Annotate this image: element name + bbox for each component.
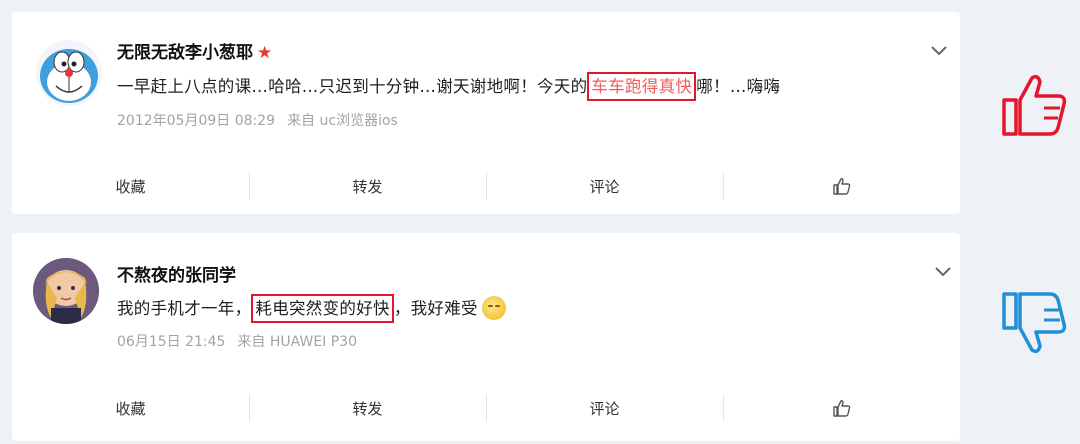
post-date[interactable]: 2012年05月09日 08:29 — [117, 113, 275, 129]
thumbs-up-icon — [1002, 74, 1067, 136]
post-date[interactable]: 06月15日 21:45 — [117, 334, 225, 350]
post-card: 无限无敌李小葱耶 ★ 一早赶上八点的课…哈哈…只迟到十分钟…谢天谢地啊！今天的 车车… — [12, 12, 960, 214]
highlighted-phrase: 耗电突然变的好快 — [251, 294, 394, 323]
favorite-button[interactable]: 收藏 — [12, 168, 249, 204]
post-meta: 06月15日 21:45 来自 HUAWEI P30 — [117, 331, 357, 351]
feed: 无限无敌李小葱耶 ★ 一早赶上八点的课…哈哈…只迟到十分钟…谢天谢地啊！今天的 车车… — [0, 0, 1080, 444]
post-text: 一早赶上八点的课…哈哈…只迟到十分钟…谢天谢地啊！今天的 车车跑得真快 哪！…嗨嗨 — [117, 72, 780, 101]
comment-button[interactable]: 评论 — [486, 390, 723, 426]
post-meta: 2012年05月09日 08:29 来自 uc浏览器ios — [117, 110, 398, 130]
emoji-icon — [481, 296, 506, 320]
avatar[interactable] — [33, 258, 99, 324]
highlighted-phrase: 车车跑得真快 — [587, 72, 697, 101]
chevron-down-icon[interactable] — [929, 44, 949, 58]
post-card: 不熬夜的张同学 我的手机才一年， 耗电突然变的好快 ，我好难受 06月15日 21:… — [12, 233, 960, 441]
comment-button[interactable]: 评论 — [486, 168, 723, 204]
like-button[interactable] — [723, 168, 960, 204]
post-source: 来自 HUAWEI P30 — [237, 334, 357, 350]
thumbs-up-icon — [832, 178, 850, 195]
favorite-button[interactable]: 收藏 — [12, 390, 249, 426]
post-text: 我的手机才一年， 耗电突然变的好快 ，我好难受 — [117, 294, 506, 323]
username[interactable]: 无限无敌李小葱耶 ★ — [117, 38, 272, 63]
repost-button[interactable]: 转发 — [249, 168, 486, 204]
post-source: 来自 uc浏览器ios — [287, 113, 398, 129]
action-bar: 收藏 转发 评论 — [12, 168, 960, 204]
thumbs-down-icon — [1002, 292, 1067, 354]
action-bar: 收藏 转发 评论 — [12, 390, 960, 426]
thumbs-up-icon — [832, 400, 850, 417]
username[interactable]: 不熬夜的张同学 — [117, 261, 236, 286]
chevron-down-icon[interactable] — [933, 265, 953, 279]
avatar[interactable] — [36, 40, 102, 106]
repost-button[interactable]: 转发 — [249, 390, 486, 426]
like-button[interactable] — [723, 390, 960, 426]
star-icon: ★ — [257, 43, 273, 63]
